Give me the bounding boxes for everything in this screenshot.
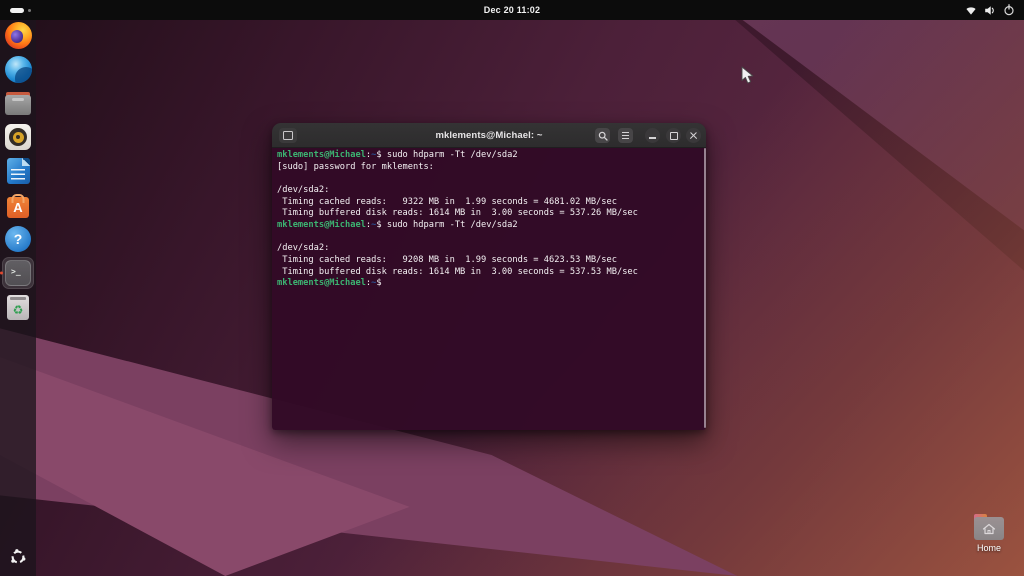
files-icon: [5, 95, 31, 115]
close-icon: [689, 131, 698, 140]
clock[interactable]: Dec 20 11:02: [0, 5, 1024, 15]
dock-item-rhythmbox[interactable]: [3, 124, 33, 150]
close-button[interactable]: [686, 128, 701, 143]
terminal-output[interactable]: mklements@Michael:~$ sudo hdparm -Tt /de…: [272, 148, 706, 430]
volume-icon[interactable]: [984, 5, 996, 16]
ubuntu-software-icon: [6, 193, 30, 218]
power-icon[interactable]: [1003, 4, 1015, 16]
home-folder-icon: [974, 517, 1004, 540]
terminal-line: mklements@Michael:~$ sudo hdparm -Tt /de…: [277, 150, 701, 162]
dock-item-help[interactable]: [3, 226, 33, 252]
terminal-scrollbar[interactable]: [704, 148, 706, 428]
help-icon: [5, 226, 31, 252]
menu-button[interactable]: [618, 128, 633, 143]
running-indicator-dot: [0, 272, 3, 275]
terminal-line: Timing buffered disk reads: 1614 MB in 3…: [277, 267, 701, 279]
terminal-line: [sudo] password for mklements:: [277, 162, 701, 174]
mouse-cursor: [741, 66, 755, 85]
terminal-window: mklements@Michael: ~ mklements@Michael:~…: [272, 123, 706, 430]
show-applications-icon: [7, 546, 29, 568]
terminal-titlebar[interactable]: mklements@Michael: ~: [272, 123, 706, 148]
dock-item-files[interactable]: [3, 90, 33, 116]
terminal-line: /dev/sda2:: [277, 243, 701, 255]
house-icon: [982, 523, 996, 535]
terminal-line: mklements@Michael:~$: [277, 278, 701, 290]
menu-icon: [622, 132, 629, 139]
wifi-icon[interactable]: [965, 5, 977, 16]
dock-item-ubuntu-software[interactable]: [3, 192, 33, 218]
dock-item-libreoffice-writer[interactable]: [3, 158, 33, 184]
dock-item-thunderbird[interactable]: [3, 56, 33, 82]
firefox-icon: [5, 22, 32, 49]
terminal-line: /dev/sda2:: [277, 185, 701, 197]
home-icon-label: Home: [977, 543, 1001, 553]
terminal-line: [277, 173, 701, 185]
top-bar: Dec 20 11:02: [0, 0, 1024, 20]
trash-icon: ♻: [7, 295, 29, 320]
dock-item-firefox[interactable]: [3, 22, 33, 48]
thunderbird-icon: [5, 56, 32, 83]
dock-item-trash[interactable]: ♻: [3, 294, 33, 320]
terminal-line: Timing buffered disk reads: 1614 MB in 3…: [277, 208, 701, 220]
terminal-line: mklements@Michael:~$ sudo hdparm -Tt /de…: [277, 220, 701, 232]
maximize-button[interactable]: [666, 128, 681, 143]
status-area[interactable]: [965, 0, 1015, 20]
minimize-button[interactable]: [645, 128, 660, 143]
minimize-icon: [649, 137, 656, 138]
terminal-line: Timing cached reads: 9322 MB in 1.99 sec…: [277, 197, 701, 209]
search-button[interactable]: [595, 128, 610, 143]
maximize-icon: [670, 132, 678, 140]
window-title: mklements@Michael: ~: [272, 123, 706, 148]
dock-item-terminal[interactable]: [3, 260, 33, 286]
desktop-icon-home[interactable]: Home: [963, 517, 1015, 553]
terminal-line: [277, 232, 701, 244]
libreoffice-writer-icon: [7, 158, 30, 184]
terminal-line: Timing cached reads: 9208 MB in 1.99 sec…: [277, 255, 701, 267]
dock-item-show-applications[interactable]: [3, 544, 33, 570]
dock: ♻: [0, 20, 36, 576]
rhythmbox-icon: [5, 124, 31, 150]
search-icon: [598, 131, 608, 141]
terminal-icon: [5, 260, 31, 286]
